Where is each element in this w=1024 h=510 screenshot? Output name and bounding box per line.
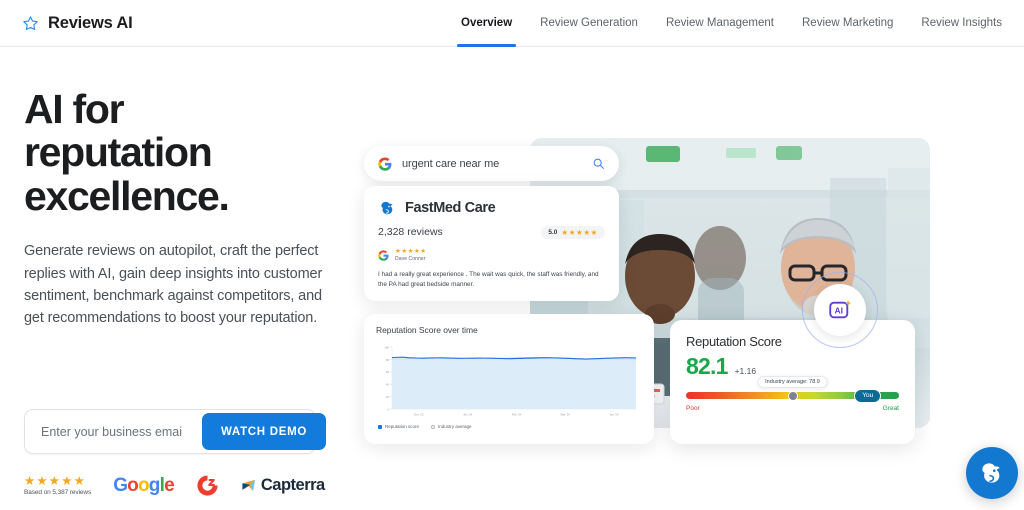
landing-page: Reviews AI Overview Review Generation Re…	[0, 0, 1024, 510]
reviews-count-caption: Based on 5,387 reviews	[24, 489, 92, 497]
review-author-name: Dave Conner	[395, 256, 426, 262]
industry-average-tooltip: Industry average: 78.9	[757, 376, 828, 388]
reputation-score-card: Reputation Score 82.1 +1.16 Industry ave…	[670, 320, 915, 444]
review-author-block: ★★★★★ Dave Conner	[395, 247, 427, 262]
review-text: I had a really great experience . The wa…	[378, 271, 599, 289]
gauge-label-great: Great	[882, 405, 899, 412]
chat-widget-button[interactable]	[966, 447, 1018, 499]
legend-label: Reputation score	[385, 424, 420, 429]
google-letter: G	[113, 475, 128, 496]
svg-text:80: 80	[386, 358, 390, 362]
svg-text:0: 0	[387, 407, 389, 411]
google-search-bar[interactable]: urgent care near me	[364, 146, 619, 181]
rating-value: 5.0	[548, 228, 558, 236]
svg-text:Apr '24: Apr '24	[610, 413, 619, 417]
svg-text:20: 20	[386, 395, 390, 399]
google-icon	[378, 250, 389, 261]
legend-swatch	[378, 424, 382, 429]
nav-label: Review Marketing	[802, 17, 894, 29]
business-header: FastMed Care	[378, 199, 605, 217]
hero-subtitle: Generate reviews on autopilot, craft the…	[24, 243, 323, 327]
review-author-row: ★★★★★ Dave Conner	[378, 247, 605, 262]
rating-stars-icon: ★★★★★	[561, 227, 598, 237]
hero-title-line-2: reputation	[24, 129, 213, 176]
gauge-scale-labels: Poor Great	[686, 405, 899, 412]
brand-name: Reviews AI	[48, 13, 133, 32]
product-showcase: urgent care near me FastMed Care 2,328 r…	[352, 128, 932, 458]
chart-title: Reputation Score over time	[376, 325, 478, 335]
reputation-line-chart: 0 20 40 60 80 100 Dec '23 Jan '24 Feb '24 Mar '24…	[384, 345, 637, 417]
magnifier-icon[interactable]	[592, 157, 605, 170]
nav-label: Review Management	[665, 17, 774, 29]
svg-text:100: 100	[384, 345, 389, 349]
nav-item-review-generation[interactable]: Review Generation	[526, 0, 652, 47]
google-letter: g	[148, 475, 161, 496]
google-icon	[378, 156, 392, 171]
review-stars-icon: ★★★★★	[395, 247, 427, 255]
site-header: Reviews AI Overview Review Generation Re…	[0, 0, 1024, 47]
brand-logo[interactable]: Reviews AI	[22, 14, 133, 33]
search-query-text: urgent care near me	[402, 157, 500, 170]
capterra-logo: Capterra	[241, 476, 325, 495]
page-title: AI for reputation excellence.	[24, 86, 329, 219]
signup-form: WATCH DEMO	[24, 409, 327, 454]
g2-logo	[196, 474, 219, 497]
nav-item-overview[interactable]: Overview	[447, 0, 526, 47]
rating-summary: ★★★★★ Based on 5,387 reviews	[24, 475, 91, 497]
reputation-chart-card: Reputation Score over time 0 20 40 60 80 100 D…	[364, 314, 654, 444]
hero-title-line-3: excellence.	[24, 172, 230, 219]
svg-text:AI: AI	[835, 306, 844, 316]
hero-title-line-1: AI for	[24, 86, 125, 132]
star-outline-icon	[23, 15, 38, 30]
nav-item-review-management[interactable]: Review Management	[652, 0, 788, 47]
svg-text:Dec '23: Dec '23	[414, 413, 424, 417]
capterra-label: Capterra	[260, 476, 325, 494]
hero-copy: AI for reputation excellence. Generate r…	[24, 86, 329, 330]
score-delta: +1.16	[734, 366, 757, 376]
google-letter: e	[164, 475, 175, 496]
nav-item-review-insights[interactable]: Review Insights	[907, 0, 1016, 47]
svg-text:40: 40	[386, 383, 390, 387]
rating-badge: 5.0 ★★★★★	[541, 226, 605, 239]
score-gauge: Industry average: 78.9 You	[686, 376, 899, 403]
nav-label: Overview	[461, 17, 513, 29]
watch-demo-button[interactable]: WATCH DEMO	[202, 413, 327, 450]
business-meta: 2,328 reviews 5.0 ★★★★★	[378, 226, 605, 239]
ai-badge: AI	[814, 284, 866, 336]
business-review-card: FastMed Care 2,328 reviews 5.0 ★★★★★ ★★★…	[364, 186, 619, 301]
svg-text:Mar '24: Mar '24	[561, 413, 571, 417]
g2-icon	[197, 475, 218, 496]
email-field[interactable]	[41, 424, 202, 439]
google-letter: o	[137, 475, 150, 496]
your-score-marker: You	[854, 388, 882, 403]
svg-text:Feb '24: Feb '24	[512, 413, 522, 417]
ai-sparkle-icon: AI	[829, 300, 851, 319]
chart-plot-area: 0 20 40 60 80 100 Dec '23 Jan '24 Feb '24 Mar '24…	[376, 343, 642, 421]
capterra-icon	[242, 479, 256, 492]
business-name: FastMed Care	[405, 200, 496, 216]
google-logo: Google	[113, 476, 174, 495]
industry-average-marker	[787, 390, 798, 401]
google-letter: o	[127, 475, 139, 496]
fastmed-bird-icon	[381, 201, 393, 215]
legend-swatch	[431, 424, 436, 429]
main-nav: Overview Review Generation Review Manage…	[447, 0, 1016, 47]
legend-label: Industry average	[438, 424, 472, 429]
legend-item-industry-average: Industry average	[431, 424, 472, 429]
legend-item-reputation-score: Reputation score	[378, 424, 419, 429]
nav-label: Review Generation	[540, 17, 638, 29]
gauge-label-poor: Poor	[686, 405, 700, 412]
score-value-row: 82.1 +1.16	[686, 355, 899, 378]
stars-icon: ★★★★★	[24, 473, 87, 488]
svg-text:60: 60	[386, 370, 390, 374]
score-value: 82.1	[686, 353, 728, 379]
chat-bird-icon	[982, 463, 1000, 483]
svg-text:Jan '24: Jan '24	[463, 413, 472, 417]
social-proof: ★★★★★ Based on 5,387 reviews Google Capt…	[24, 474, 325, 497]
chart-legend: Reputation score Industry average	[376, 424, 642, 429]
reviews-count: 2,328 reviews	[378, 226, 443, 239]
nav-label: Review Insights	[921, 17, 1002, 29]
nav-item-review-marketing[interactable]: Review Marketing	[788, 0, 907, 47]
